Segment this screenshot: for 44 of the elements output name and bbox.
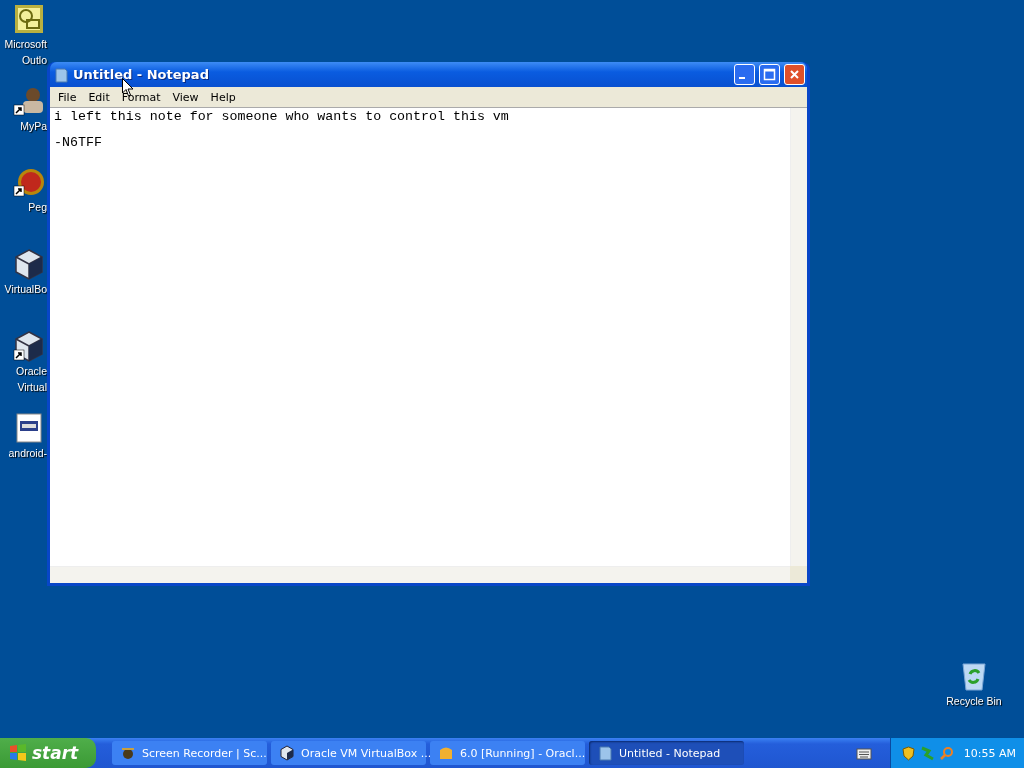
horizontal-scrollbar[interactable] — [50, 566, 790, 583]
icon-label: MyPa — [20, 120, 47, 133]
menu-item[interactable]: View — [166, 90, 205, 104]
menu-item[interactable]: Format — [115, 90, 167, 104]
recorder-icon — [120, 745, 136, 761]
windows-logo-icon — [8, 743, 28, 763]
menu-item[interactable]: Edit — [82, 90, 116, 104]
notepad-icon — [53, 66, 69, 83]
taskbar-button[interactable]: Screen Recorder | Sc... — [112, 741, 267, 765]
figure-icon[interactable] — [13, 85, 45, 117]
resize-grip[interactable] — [790, 566, 807, 583]
clock: 10:55 AM — [963, 746, 1016, 760]
maximize-button[interactable] — [759, 64, 780, 85]
icon-label: android- — [8, 447, 47, 460]
text-line: i left this note for someone who wants to control this vm — [54, 110, 510, 123]
taskbar-button[interactable]: 6.0 [Running] - Oracl... — [430, 741, 585, 765]
document-icon[interactable] — [13, 412, 45, 444]
menu-item[interactable]: Help — [204, 90, 242, 104]
icon-label: Outlo — [21, 54, 47, 67]
icon-label: Recycle Bin — [946, 695, 1002, 708]
window-title: Untitled - Notepad — [73, 67, 210, 82]
cube-icon — [279, 745, 295, 761]
text-line: -N6TFF — [54, 136, 103, 149]
notepad-icon — [597, 745, 613, 761]
maximize-icon — [763, 68, 776, 81]
ball-icon[interactable] — [13, 166, 45, 198]
menu-item[interactable]: File — [52, 90, 83, 104]
minimize-icon — [739, 77, 745, 79]
icon-label: Microsoft — [4, 38, 47, 51]
icon-label: Oracle — [16, 365, 47, 378]
icon-label: Peg — [28, 201, 47, 214]
vertical-scrollbar[interactable] — [790, 108, 807, 566]
taskbar-button[interactable]: Untitled - Notepad — [589, 741, 744, 765]
icon-label: VirtualBo — [4, 283, 47, 296]
cube-icon[interactable] — [13, 330, 45, 362]
folder-icon — [438, 745, 454, 761]
close-icon — [788, 68, 801, 81]
minimize-button[interactable] — [734, 64, 755, 85]
cube-icon[interactable] — [13, 248, 45, 280]
close-button[interactable] — [784, 64, 805, 85]
icon-label: Virtual — [17, 381, 47, 394]
shield-icon[interactable] — [900, 745, 916, 761]
keyboard-icon[interactable] — [855, 746, 872, 760]
outlook-icon[interactable] — [13, 3, 45, 35]
